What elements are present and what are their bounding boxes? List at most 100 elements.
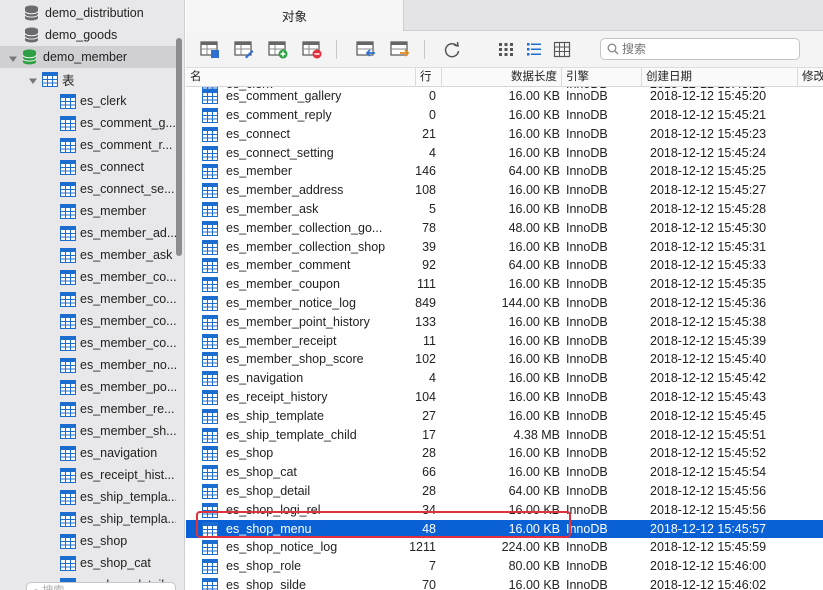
expand-arrow-icon[interactable] bbox=[8, 52, 18, 62]
new-table-icon[interactable] bbox=[268, 40, 288, 59]
column-header-modified[interactable]: 修改 bbox=[798, 68, 823, 87]
toolbar-separator bbox=[336, 40, 337, 59]
table-row[interactable]: es_receipt_history 104 16.00 KB InnoDB 2018-… bbox=[186, 388, 823, 407]
sidebar-table-item[interactable]: es_clerk bbox=[0, 90, 176, 112]
sidebar-table-item[interactable]: es_shop bbox=[0, 530, 176, 552]
cell-rows: 0 bbox=[429, 108, 436, 122]
table-row[interactable]: es_connect_setting 4 16.00 KB InnoDB 2018-12… bbox=[186, 144, 823, 163]
table-icon bbox=[202, 220, 218, 236]
tab-objects[interactable]: 对象 bbox=[186, 0, 404, 31]
table-row[interactable]: es_member_collection_shop 39 16.00 KB InnoD… bbox=[186, 238, 823, 257]
column-header-data-length[interactable]: 数据长度 bbox=[442, 68, 562, 87]
sidebar-table-item[interactable]: es_connect bbox=[0, 156, 176, 178]
cell-name: es_connect bbox=[226, 126, 290, 141]
cell-rows: 4 bbox=[429, 371, 436, 386]
table-row[interactable]: es_member 146 64.00 KB InnoDB 2018-12-12 15:… bbox=[186, 162, 823, 181]
table-row[interactable]: es_shop_role 7 80.00 KB InnoDB 2018-12-12 15… bbox=[186, 557, 823, 576]
sidebar-database-item[interactable]: demo_goods bbox=[0, 24, 176, 46]
cell-created: 2018-12-12 15:45:31 bbox=[650, 239, 767, 254]
column-header-name[interactable]: 名 bbox=[186, 68, 416, 87]
sidebar-table-item[interactable]: es_connect_se... bbox=[0, 178, 176, 200]
refresh-icon[interactable] bbox=[442, 40, 462, 59]
table-row[interactable]: es_shop 28 16.00 KB InnoDB 2018-12-12 15:45:… bbox=[186, 444, 823, 463]
sidebar-table-item[interactable]: es_member_ad... bbox=[0, 222, 176, 244]
column-header-rows[interactable]: 行 bbox=[416, 68, 442, 87]
expand-arrow-icon[interactable] bbox=[28, 74, 38, 84]
import-icon[interactable] bbox=[356, 40, 376, 59]
grid-view-icon[interactable] bbox=[496, 40, 516, 59]
sidebar-table-item[interactable]: es_comment_g... bbox=[0, 112, 176, 134]
table-row[interactable]: es_member_address 108 16.00 KB InnoDB 2018-1… bbox=[186, 181, 823, 200]
sidebar-table-item[interactable]: es_member_po... bbox=[0, 376, 176, 398]
sidebar-table-item[interactable]: es_member_co... bbox=[0, 288, 176, 310]
cell-created: 2018-12-12 15:45:30 bbox=[650, 220, 767, 235]
table-row[interactable]: es_member_notice_log 849 144.00 KB InnoDB 20… bbox=[186, 294, 823, 313]
table-row[interactable]: es_shop_detail 28 64.00 KB InnoDB 2018-12-12… bbox=[186, 482, 823, 501]
design-table-icon[interactable] bbox=[234, 40, 254, 59]
list-view-icon[interactable] bbox=[524, 40, 544, 59]
sidebar-table-item[interactable]: es_shop_cat bbox=[0, 552, 176, 574]
sidebar-database-item[interactable]: demo_distribution bbox=[0, 2, 176, 24]
column-header-engine[interactable]: 引擎 bbox=[562, 68, 642, 87]
table-row[interactable]: es_member_shop_score 102 16.00 KB InnoDB 201… bbox=[186, 350, 823, 369]
detail-view-icon[interactable] bbox=[552, 40, 572, 59]
table-icon bbox=[60, 313, 76, 329]
table-row[interactable]: es_member_point_history 133 16.00 KB InnoDB… bbox=[186, 313, 823, 332]
cell-data-length: 16.00 KB bbox=[508, 371, 560, 386]
cell-created: 2018-12-12 15:45:35 bbox=[650, 277, 767, 292]
sidebar-table-label: es_ship_templa... bbox=[80, 490, 176, 504]
table-icon bbox=[60, 445, 76, 461]
table-icon bbox=[202, 239, 218, 255]
table-row[interactable]: es_member_comment 92 64.00 KB InnoDB 2018-12… bbox=[186, 256, 823, 275]
sidebar-table-item[interactable]: es_member_re... bbox=[0, 398, 176, 420]
sidebar-table-item[interactable]: es_member_ask bbox=[0, 244, 176, 266]
sidebar-database-item[interactable]: demo_member bbox=[0, 46, 176, 68]
table-row[interactable]: es_member_ask 5 16.00 KB InnoDB 2018-12-12 1… bbox=[186, 200, 823, 219]
table-row[interactable]: es_shop_cat 66 16.00 KB InnoDB 2018-12-12 15… bbox=[186, 463, 823, 482]
sidebar-table-label: es_comment_r... bbox=[80, 138, 173, 152]
sidebar-table-label: es_member_ask bbox=[80, 248, 173, 262]
open-table-icon[interactable] bbox=[200, 40, 220, 59]
table-row[interactable]: es_member_receipt 11 16.00 KB InnoDB 2018-12… bbox=[186, 332, 823, 351]
delete-table-icon[interactable] bbox=[302, 40, 322, 59]
sidebar-table-item[interactable]: es_navigation bbox=[0, 442, 176, 464]
cell-engine: InnoDB bbox=[566, 126, 608, 141]
table-row[interactable]: es_navigation 4 16.00 KB InnoDB 2018-12-12 1… bbox=[186, 369, 823, 388]
cell-data-length: 16.00 KB bbox=[508, 446, 560, 461]
table-row[interactable]: es_ship_template 27 16.00 KB InnoDB 2018-12-… bbox=[186, 407, 823, 426]
sidebar-table-item[interactable]: es_receipt_hist... bbox=[0, 464, 176, 486]
sidebar-scrollbar[interactable] bbox=[176, 38, 182, 256]
object-search-input[interactable] bbox=[622, 42, 782, 56]
table-row[interactable]: es_connect 21 16.00 KB InnoDB 2018-12-12 15:… bbox=[186, 125, 823, 144]
sidebar-search-input[interactable]: ⌕ 搜索 bbox=[26, 582, 176, 590]
cell-created: 2018-12-12 15:45:57 bbox=[650, 521, 767, 536]
cell-rows: 48 bbox=[422, 521, 436, 536]
sidebar-table-item[interactable]: es_member_co... bbox=[0, 332, 176, 354]
column-header-created[interactable]: 创建日期 bbox=[642, 68, 798, 87]
table-row[interactable]: es_member_collection_go... 78 48.00 KB Inno… bbox=[186, 219, 823, 238]
table-row[interactable]: es_ship_template_child 17 4.38 MB InnoDB 201… bbox=[186, 426, 823, 445]
sidebar-table-item[interactable]: es_member_co... bbox=[0, 310, 176, 332]
table-row[interactable]: es_shop_notice_log 1211 224.00 KB InnoDB 201… bbox=[186, 538, 823, 557]
export-icon[interactable] bbox=[390, 40, 410, 59]
sidebar-table-item[interactable]: es_member_co... bbox=[0, 266, 176, 288]
cell-name: es_member_point_history bbox=[226, 314, 370, 329]
table-row[interactable]: es_comment_reply 0 16.00 KB InnoDB 2018-12-1… bbox=[186, 106, 823, 125]
cell-data-length: 16.00 KB bbox=[508, 126, 560, 141]
sidebar-table-item[interactable]: es_member_sh... bbox=[0, 420, 176, 442]
table-row[interactable]: es_shop_silde 70 16.00 KB InnoDB 2018-12-12 … bbox=[186, 576, 823, 590]
table-row[interactable]: es_comment_gallery 0 16.00 KB InnoDB 2018-12… bbox=[186, 87, 823, 106]
sidebar-table-label: es_connect bbox=[80, 160, 144, 174]
object-search-field[interactable] bbox=[600, 38, 800, 60]
sidebar-table-item[interactable]: es_member_no... bbox=[0, 354, 176, 376]
sidebar-table-item[interactable]: es_ship_templa... bbox=[0, 508, 176, 530]
table-row[interactable]: es_shop_logi_rel 34 16.00 KB InnoDB 2018-12-… bbox=[186, 501, 823, 520]
table-row[interactable]: es_shop_menu 48 16.00 KB InnoDB 2018-12-12 1… bbox=[186, 519, 823, 539]
table-icon bbox=[60, 247, 76, 263]
sidebar-tables-folder[interactable]: 表 bbox=[0, 68, 176, 90]
sidebar-table-item[interactable]: es_member bbox=[0, 200, 176, 222]
sidebar-table-label: es_member_co... bbox=[80, 270, 176, 284]
sidebar-table-item[interactable]: es_comment_r... bbox=[0, 134, 176, 156]
sidebar-table-item[interactable]: es_ship_templa... bbox=[0, 486, 176, 508]
table-row[interactable]: es_member_coupon 111 16.00 KB InnoDB 2018-12… bbox=[186, 275, 823, 294]
